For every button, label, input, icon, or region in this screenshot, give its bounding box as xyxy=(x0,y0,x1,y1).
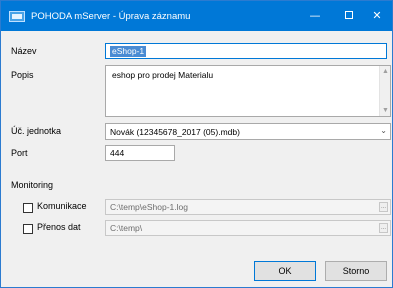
data-transfer-path: C:\temp\ ... xyxy=(105,220,391,236)
minimize-button[interactable]: — xyxy=(301,7,329,25)
communication-log-path: C:\temp\eShop-1.log ... xyxy=(105,199,391,215)
port-value: 444 xyxy=(110,148,125,158)
dialog-body: Název eShop-1 Popis eshop pro prodej Mat… xyxy=(1,31,392,287)
data-transfer-browse-button[interactable]: ... xyxy=(379,223,388,233)
data-transfer-checkbox[interactable] xyxy=(23,224,33,234)
chevron-down-icon: ⌄ xyxy=(380,126,387,135)
accounting-unit-label: Úč. jednotka xyxy=(11,126,62,136)
scroll-up-icon[interactable]: ▲ xyxy=(381,67,390,76)
dialog-window: POHODA mServer - Úprava záznamu — ✕ Náze… xyxy=(0,0,393,288)
communication-browse-button[interactable]: ... xyxy=(379,202,388,212)
name-input[interactable]: eShop-1 xyxy=(105,43,387,59)
name-value: eShop-1 xyxy=(110,46,147,57)
window-title: POHODA mServer - Úprava záznamu xyxy=(31,11,191,22)
cancel-button[interactable]: Storno xyxy=(325,261,387,281)
ok-button[interactable]: OK xyxy=(254,261,316,281)
port-input[interactable]: 444 xyxy=(105,145,175,161)
title-bar[interactable]: POHODA mServer - Úprava záznamu — ✕ xyxy=(1,1,392,31)
monitoring-section-label: Monitoring xyxy=(11,180,54,190)
app-icon xyxy=(9,11,25,22)
communication-checkbox[interactable] xyxy=(23,203,33,213)
scroll-down-icon[interactable]: ▼ xyxy=(381,106,390,115)
port-label: Port xyxy=(11,148,28,158)
maximize-button[interactable] xyxy=(335,7,363,25)
name-label: Název xyxy=(11,46,37,56)
description-textarea[interactable]: eshop pro prodej Materialu ▲ ▼ xyxy=(105,65,391,117)
accounting-unit-select[interactable]: Novák (12345678_2017 (05).mdb) ⌄ xyxy=(105,123,391,140)
close-button[interactable]: ✕ xyxy=(363,7,391,25)
description-scrollbar[interactable]: ▲ ▼ xyxy=(379,66,390,116)
communication-path-value: C:\temp\eShop-1.log xyxy=(110,202,188,212)
data-transfer-label: Přenos dat xyxy=(37,222,81,232)
description-value: eshop pro prodej Materialu xyxy=(112,70,214,80)
maximize-icon xyxy=(345,11,353,19)
accounting-unit-value: Novák (12345678_2017 (05).mdb) xyxy=(110,127,240,137)
data-transfer-path-value: C:\temp\ xyxy=(110,223,143,233)
description-label: Popis xyxy=(11,70,34,80)
communication-label: Komunikace xyxy=(37,201,87,211)
